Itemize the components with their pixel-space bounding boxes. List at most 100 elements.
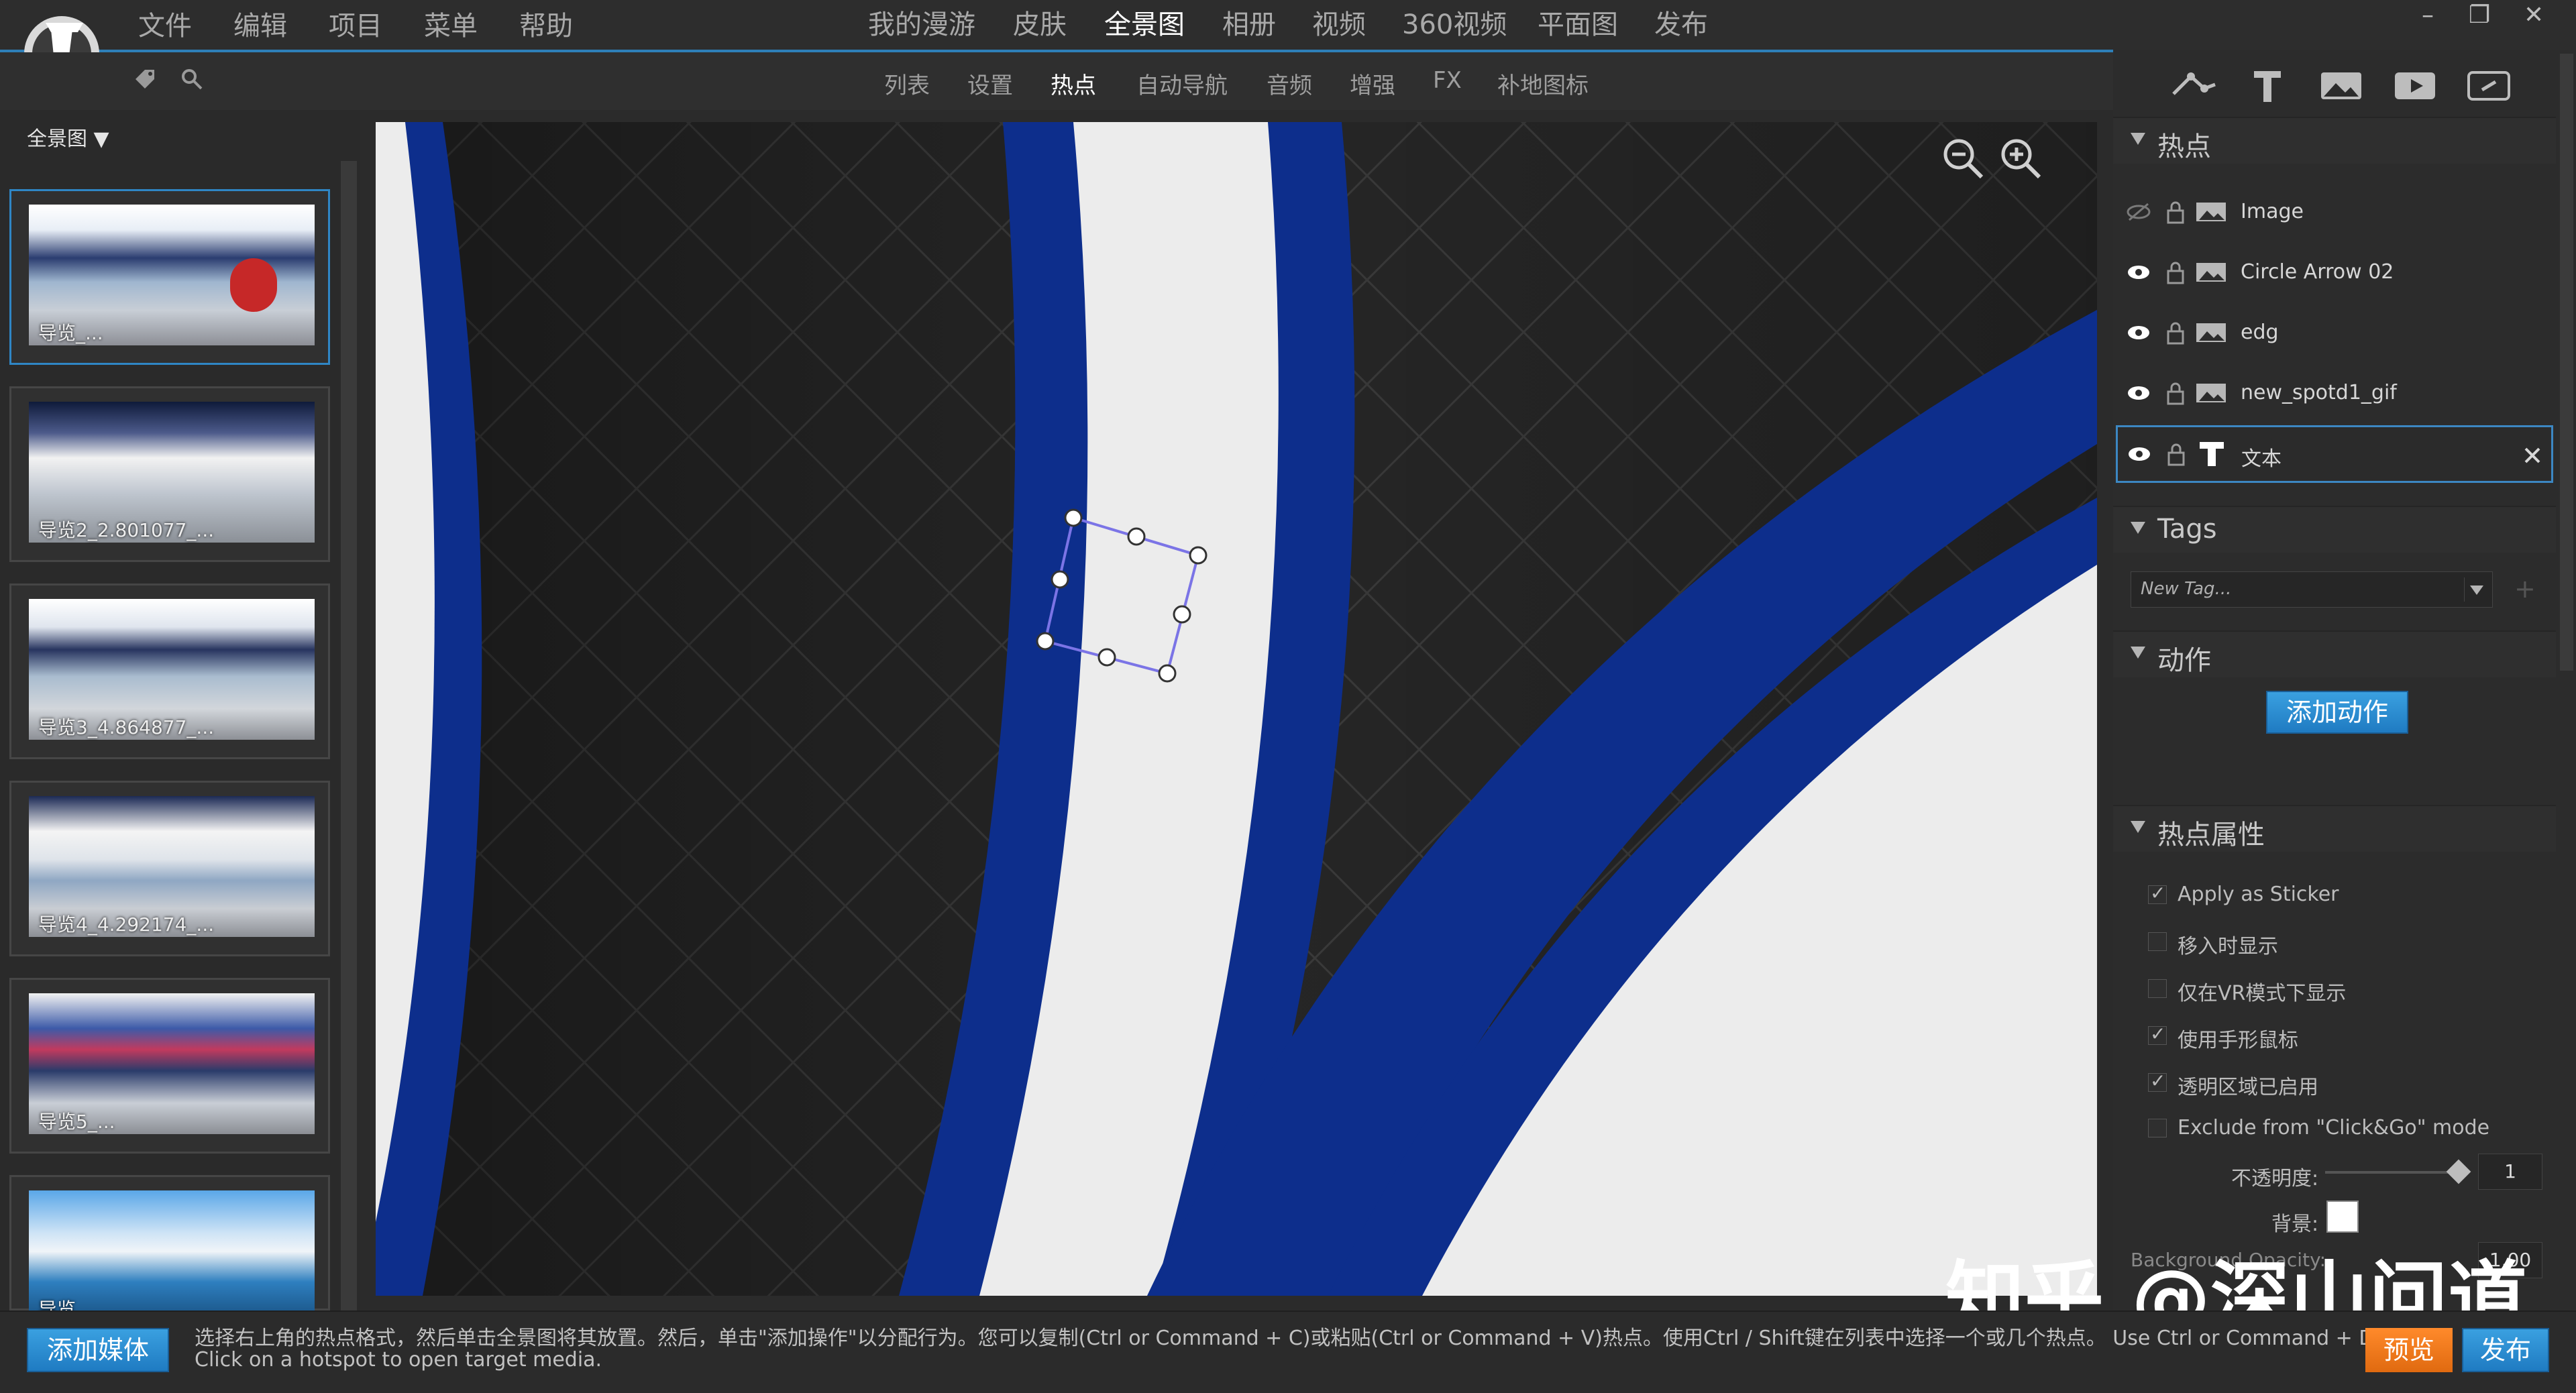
section-title: Tags xyxy=(2157,514,2217,545)
link-hotspot-icon[interactable] xyxy=(2462,59,2516,113)
eye-icon[interactable] xyxy=(2125,382,2152,404)
hotspot-list-item[interactable]: Circle Arrow 02 xyxy=(2116,244,2553,302)
actions-section-header[interactable]: 动作 xyxy=(2113,630,2556,677)
lock-icon[interactable] xyxy=(2165,260,2186,284)
opacity-input[interactable]: 1 xyxy=(2478,1154,2542,1190)
exclude-click-go-checkbox[interactable] xyxy=(2148,1119,2167,1137)
add-action-button[interactable]: 添加动作 xyxy=(2266,691,2408,734)
minimize-button[interactable]: – xyxy=(2422,1,2434,29)
tab-skin[interactable]: 皮肤 xyxy=(1013,3,1067,42)
menu-help[interactable]: 帮助 xyxy=(519,4,573,43)
subtab-fx[interactable]: FX xyxy=(1433,67,1462,94)
apply-as-sticker-checkbox[interactable] xyxy=(2148,882,2167,904)
hotspot-label: 文本 xyxy=(2241,447,2282,471)
subtab-settings[interactable]: 设置 xyxy=(967,67,1013,100)
lock-icon[interactable] xyxy=(2165,381,2186,405)
delete-icon[interactable] xyxy=(2523,446,2542,465)
thumbnail-caption: 导览2_2.801077_... xyxy=(38,519,215,541)
panorama-thumbnail[interactable]: 导览2_2.801077_... xyxy=(9,386,330,562)
subtab-enhance[interactable]: 增强 xyxy=(1350,67,1395,100)
zoom-in-icon[interactable] xyxy=(1998,135,2045,182)
hotspot-list-item-selected[interactable]: 文本 xyxy=(2116,425,2553,483)
chevron-down-icon[interactable] xyxy=(2464,577,2489,602)
menu-file[interactable]: 文件 xyxy=(138,4,192,43)
eye-icon[interactable] xyxy=(2125,322,2152,343)
section-title: 动作 xyxy=(2157,645,2211,676)
background-color-swatch[interactable] xyxy=(2326,1201,2359,1233)
checkbox-label: 使用手形鼠标 xyxy=(2178,1029,2298,1052)
opacity-slider-track[interactable] xyxy=(2325,1171,2459,1174)
transparent-area-checkbox[interactable] xyxy=(2148,1070,2167,1092)
panorama-thumbnail[interactable]: 导览4_4.292174_... xyxy=(9,781,330,956)
menu-edit[interactable]: 编辑 xyxy=(233,4,287,43)
panorama-thumbnail[interactable]: 导览_... xyxy=(9,189,330,365)
preview-button[interactable]: 预览 xyxy=(2365,1328,2453,1372)
restore-button[interactable]: ❐ xyxy=(2469,1,2490,29)
hotspot-list-item[interactable]: Image xyxy=(2116,184,2553,241)
add-media-button[interactable]: 添加媒体 xyxy=(27,1328,169,1372)
panorama-thumbnail[interactable]: 导览3_4.864877_... xyxy=(9,583,330,759)
panorama-dropdown[interactable]: 全景图 ▼ xyxy=(27,122,109,152)
eye-icon[interactable] xyxy=(2126,443,2153,465)
panorama-thumbnail[interactable]: 导览5_... xyxy=(9,978,330,1154)
tab-my-tour[interactable]: 我的漫游 xyxy=(868,3,975,42)
image-icon xyxy=(2196,384,2226,402)
tab-video[interactable]: 视频 xyxy=(1312,3,1366,42)
section-title: 热点属性 xyxy=(2157,820,2265,850)
image-icon xyxy=(2196,263,2226,282)
tab-publish[interactable]: 发布 xyxy=(1654,3,1708,42)
publish-button[interactable]: 发布 xyxy=(2462,1328,2549,1372)
panorama-thumbnail[interactable]: 导览... xyxy=(9,1175,330,1321)
tag-icon[interactable] xyxy=(131,66,158,93)
subtab-auto-tour[interactable]: 自动导航 xyxy=(1136,67,1228,100)
eye-icon[interactable] xyxy=(2125,262,2152,283)
hotspot-label: edg xyxy=(2241,321,2279,344)
subtab-list[interactable]: 列表 xyxy=(884,67,930,100)
image-icon xyxy=(2196,203,2226,221)
search-icon[interactable] xyxy=(180,67,204,91)
menu-menu[interactable]: 菜单 xyxy=(424,4,478,43)
subtab-ground-icon[interactable]: 补地图标 xyxy=(1497,67,1589,100)
panorama-canvas[interactable] xyxy=(376,122,2097,1296)
tag-select[interactable]: New Tag... xyxy=(2131,571,2493,608)
hotspot-properties-section-header[interactable]: 热点属性 xyxy=(2113,805,2556,852)
panorama-view[interactable] xyxy=(376,122,2097,1296)
right-scrollbar[interactable] xyxy=(2560,54,2573,671)
lock-icon[interactable] xyxy=(2165,321,2186,345)
vr-only-checkbox[interactable] xyxy=(2148,979,2167,998)
subtab-audio[interactable]: 音频 xyxy=(1267,67,1312,100)
menu-project[interactable]: 项目 xyxy=(329,4,382,43)
show-on-hover-checkbox[interactable] xyxy=(2148,932,2167,951)
tags-section-header[interactable]: Tags xyxy=(2113,506,2556,553)
hotspot-list-item[interactable]: new_spotd1_gif xyxy=(2116,365,2553,423)
status-bar: 添加媒体 选择右上角的热点格式，然后单击全景图将其放置。然后，单击"添加操作"以… xyxy=(0,1311,2576,1393)
checkbox-label: Apply as Sticker xyxy=(2178,883,2339,906)
video-hotspot-icon[interactable] xyxy=(2388,59,2442,113)
left-scrollbar[interactable] xyxy=(341,161,357,1315)
hotspot-label: Image xyxy=(2241,200,2304,223)
tab-album[interactable]: 相册 xyxy=(1222,3,1276,42)
eye-hidden-icon[interactable] xyxy=(2125,201,2152,223)
zoom-out-icon[interactable] xyxy=(1940,135,1987,182)
close-button[interactable]: ✕ xyxy=(2524,1,2544,29)
text-hotspot-icon[interactable] xyxy=(2241,59,2294,113)
tab-360-video[interactable]: 360视频 xyxy=(1402,3,1507,42)
subtab-hotspot[interactable]: 热点 xyxy=(1051,67,1096,100)
lock-icon[interactable] xyxy=(2166,442,2186,466)
checkbox-label: 透明区域已启用 xyxy=(2178,1076,2318,1099)
lock-icon[interactable] xyxy=(2165,200,2186,224)
hand-cursor-checkbox[interactable] xyxy=(2148,1023,2167,1045)
checkbox-label: 移入时显示 xyxy=(2178,935,2278,958)
thumbnail-caption: 导览3_4.864877_... xyxy=(38,716,215,738)
tab-panorama[interactable]: 全景图 xyxy=(1104,3,1185,42)
checkbox-label: Exclude from "Click&Go" mode xyxy=(2178,1116,2490,1139)
hotspots-section-header[interactable]: 热点 xyxy=(2113,117,2556,164)
background-label: 背景: xyxy=(2271,1213,2319,1236)
tab-floorplan[interactable]: 平面图 xyxy=(1538,3,1618,42)
add-tag-icon[interactable]: + xyxy=(2514,574,2536,604)
panorama-thumbnail-image xyxy=(29,1190,315,1313)
image-hotspot-icon[interactable] xyxy=(2314,59,2368,113)
polygon-hotspot-icon[interactable] xyxy=(2167,59,2220,113)
hotspot-list-item[interactable]: edg xyxy=(2116,304,2553,362)
hotspot-label: new_spotd1_gif xyxy=(2241,381,2397,404)
